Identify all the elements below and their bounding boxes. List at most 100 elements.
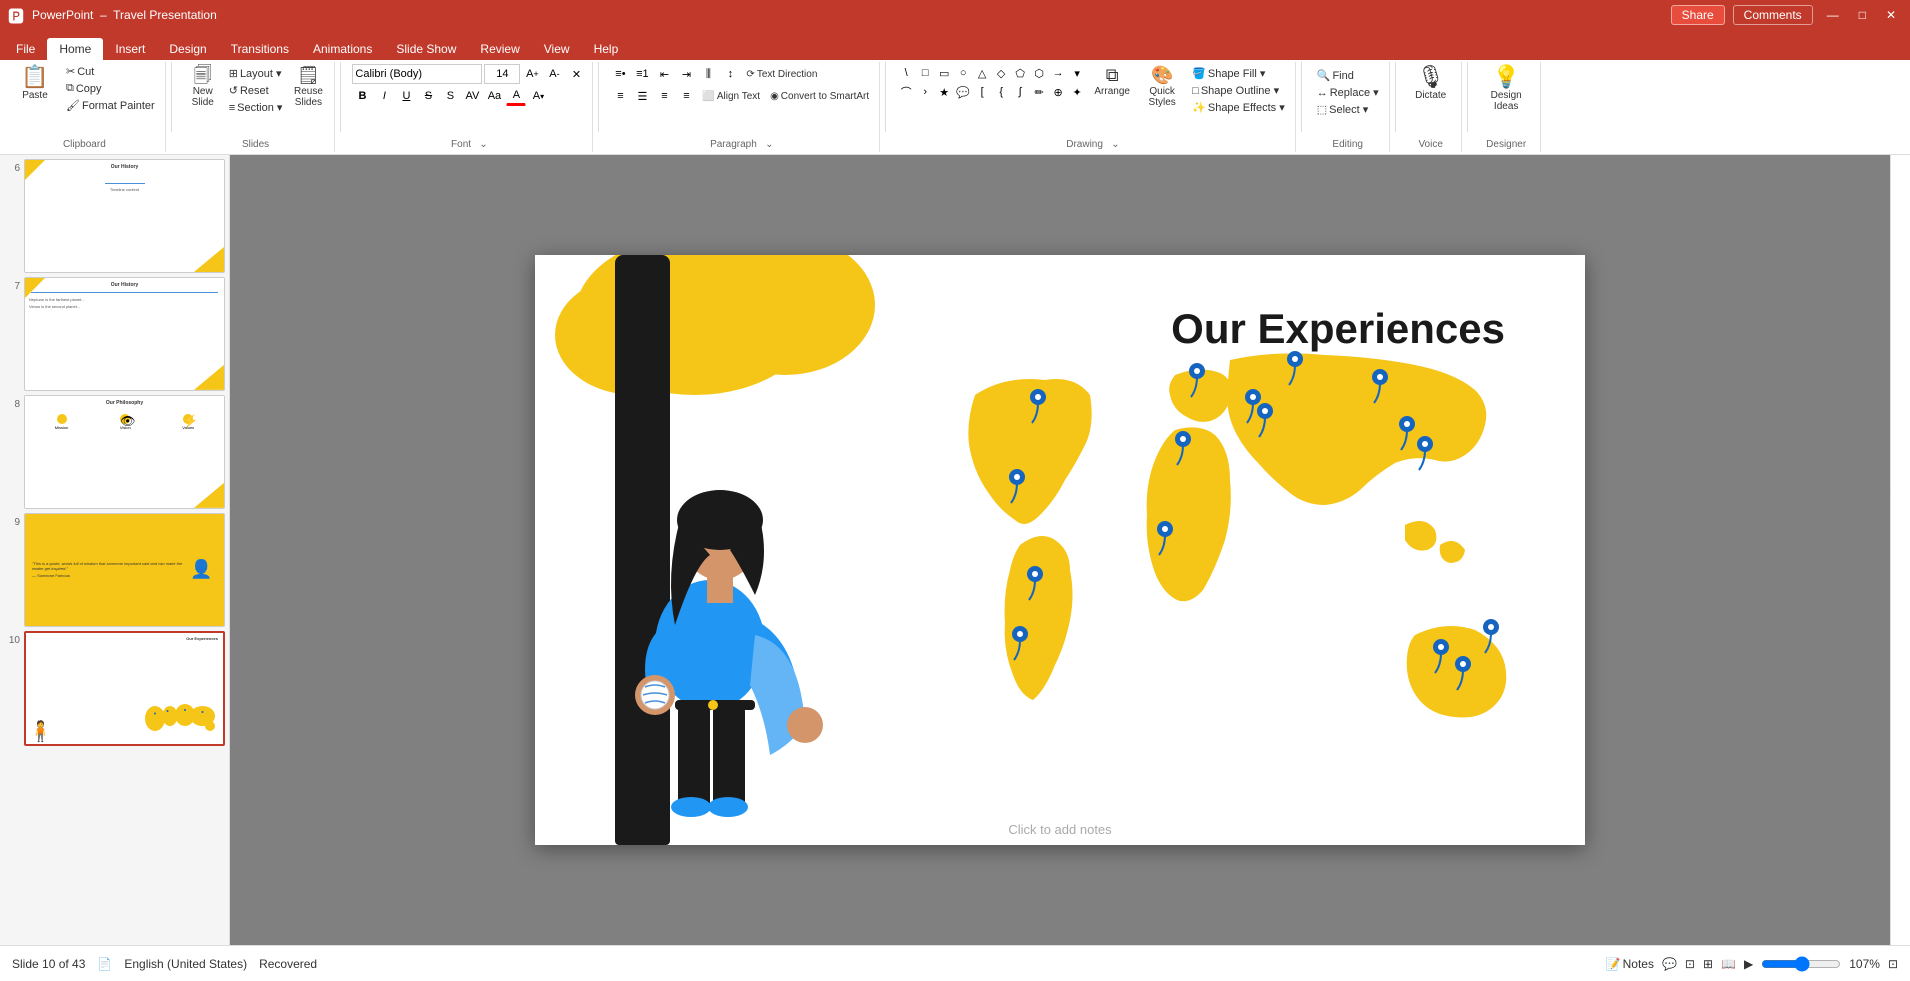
shape-bracket[interactable]: [: [973, 83, 991, 101]
close-button[interactable]: ✕: [1880, 8, 1902, 22]
normal-view-button[interactable]: ⊡: [1685, 957, 1695, 971]
cut-label: Cut: [77, 66, 94, 78]
reading-view-button[interactable]: 📖: [1721, 957, 1736, 971]
strikethrough-button[interactable]: S: [418, 86, 438, 106]
slide-thumb-7[interactable]: Our History Neptune is the farthest plan…: [24, 277, 225, 391]
bold-button[interactable]: B: [352, 86, 372, 106]
shape-more[interactable]: ▾: [1068, 64, 1086, 82]
layout-button[interactable]: ⊞ Layout ▾: [225, 66, 287, 81]
slide-thumb-9[interactable]: "This is a quote, words full of wisdom t…: [24, 513, 225, 627]
tab-help[interactable]: Help: [582, 38, 631, 60]
reset-button[interactable]: ↺ Reset: [225, 83, 287, 98]
change-case-button[interactable]: Aa: [484, 86, 504, 106]
shape-star[interactable]: ★: [935, 83, 953, 101]
maximize-button[interactable]: □: [1853, 8, 1872, 22]
shape-hexagon[interactable]: ⬡: [1030, 64, 1048, 82]
shape-outline-button[interactable]: □ Shape Outline ▾: [1188, 83, 1289, 98]
find-button[interactable]: 🔍 Find: [1313, 68, 1383, 83]
dictate-button[interactable]: 🎙 Dictate: [1407, 64, 1455, 103]
notes-button[interactable]: 📝 Notes: [1606, 957, 1654, 971]
tab-view[interactable]: View: [532, 38, 582, 60]
copy-button[interactable]: ⧉ Copy: [62, 81, 159, 96]
cut-button[interactable]: ✂ Cut: [62, 64, 159, 79]
justify-button[interactable]: ≡: [676, 86, 696, 106]
tab-insert[interactable]: Insert: [103, 38, 157, 60]
shape-effects-button[interactable]: ✨ Shape Effects ▾: [1188, 100, 1289, 115]
minimize-button[interactable]: —: [1821, 8, 1845, 22]
shape-callout[interactable]: 💬: [954, 83, 972, 101]
shape-fill-button[interactable]: 🪣 Shape Fill ▾: [1188, 66, 1289, 81]
design-ideas-button[interactable]: 💡 DesignIdeas: [1479, 64, 1534, 114]
fit-slide-button[interactable]: ⊡: [1888, 957, 1898, 971]
shape-arc[interactable]: ⌒: [897, 83, 915, 101]
clear-format-button[interactable]: ✕: [566, 64, 586, 84]
align-center-button[interactable]: ☰: [632, 86, 652, 106]
notes-placeholder[interactable]: Click to add notes: [1008, 822, 1111, 837]
text-direction-button[interactable]: ⟳ Text Direction: [742, 68, 821, 81]
text-shadow-button[interactable]: S: [440, 86, 460, 106]
highlight-color-button[interactable]: A▾: [528, 86, 548, 106]
shape-chevron[interactable]: ›: [916, 83, 934, 101]
comments-icon[interactable]: 💬: [1662, 957, 1677, 971]
increase-font-button[interactable]: A+: [522, 64, 542, 84]
shape-diamond[interactable]: ◇: [992, 64, 1010, 82]
shape-freeform[interactable]: ✏: [1030, 83, 1048, 101]
bullets-button[interactable]: ≡•: [610, 64, 630, 84]
zoom-slider[interactable]: [1761, 956, 1841, 972]
section-button[interactable]: ≡ Section ▾: [225, 100, 287, 115]
tab-slideshow[interactable]: Slide Show: [384, 38, 468, 60]
shape-rounded-rect[interactable]: ▭: [935, 64, 953, 82]
align-right-button[interactable]: ≡: [654, 86, 674, 106]
font-color-button[interactable]: A: [506, 86, 526, 106]
zoom-level: 107%: [1849, 957, 1880, 971]
slide-thumb-10[interactable]: Our Experiences: [24, 631, 225, 746]
align-text-button[interactable]: ⬜ Align Text: [698, 90, 764, 103]
shape-pentagon[interactable]: ⬠: [1011, 64, 1029, 82]
new-slide-button[interactable]: 🗐 NewSlide: [183, 64, 223, 110]
convert-smartart-button[interactable]: ◉ Convert to SmartArt: [766, 90, 873, 103]
decrease-indent-button[interactable]: ⇤: [654, 64, 674, 84]
line-spacing-button[interactable]: ↕: [720, 64, 740, 84]
replace-button[interactable]: ↔ Replace ▾: [1313, 85, 1383, 100]
tab-file[interactable]: File: [4, 38, 47, 60]
comments-button[interactable]: Comments: [1733, 5, 1813, 25]
slide-thumb-8[interactable]: Our Philosophy Mission 👁 Vision ⚡ Valu: [24, 395, 225, 509]
tab-animations[interactable]: Animations: [301, 38, 384, 60]
select-button[interactable]: ⬚ Select ▾: [1313, 102, 1383, 117]
world-map-svg: [945, 335, 1565, 815]
tab-home[interactable]: Home: [47, 38, 103, 60]
arrange-button[interactable]: ⧉ Arrange: [1088, 64, 1136, 99]
quick-styles-button[interactable]: 🎨 QuickStyles: [1138, 64, 1186, 110]
increase-indent-button[interactable]: ⇥: [676, 64, 696, 84]
char-spacing-button[interactable]: AV: [462, 86, 482, 106]
format-painter-button[interactable]: 🖌 Format Painter: [62, 98, 159, 113]
font-size-input[interactable]: [484, 64, 520, 84]
tab-design[interactable]: Design: [157, 38, 218, 60]
columns-button[interactable]: ⫼: [698, 64, 718, 84]
shape-arrow[interactable]: →: [1049, 64, 1067, 82]
slide-thumb-6[interactable]: Our History Timeline content: [24, 159, 225, 273]
italic-button[interactable]: I: [374, 86, 394, 106]
voice-group-label: Voice: [1418, 137, 1442, 150]
tree-illustration: [535, 255, 955, 845]
shape-triangle[interactable]: △: [973, 64, 991, 82]
decrease-font-button[interactable]: A-: [544, 64, 564, 84]
tab-review[interactable]: Review: [468, 38, 531, 60]
share-button[interactable]: Share: [1671, 5, 1725, 25]
align-left-button[interactable]: ≡: [610, 86, 630, 106]
shape-formula[interactable]: ∫: [1011, 83, 1029, 101]
tab-transitions[interactable]: Transitions: [219, 38, 301, 60]
paste-button[interactable]: 📋 Paste: [10, 64, 60, 103]
slide-sorter-button[interactable]: ⊞: [1703, 957, 1713, 971]
shape-misc1[interactable]: ⊕: [1049, 83, 1067, 101]
reuse-slides-button[interactable]: 🗒 ReuseSlides: [288, 64, 328, 110]
shape-circle[interactable]: ○: [954, 64, 972, 82]
slideshow-button[interactable]: ▶: [1744, 957, 1753, 971]
font-family-input[interactable]: [352, 64, 482, 84]
shape-brace[interactable]: {: [992, 83, 1010, 101]
shape-misc2[interactable]: ✦: [1068, 83, 1086, 101]
shape-rect[interactable]: □: [916, 64, 934, 82]
underline-button[interactable]: U: [396, 86, 416, 106]
shape-line[interactable]: \: [897, 64, 915, 82]
numbering-button[interactable]: ≡1: [632, 64, 652, 84]
